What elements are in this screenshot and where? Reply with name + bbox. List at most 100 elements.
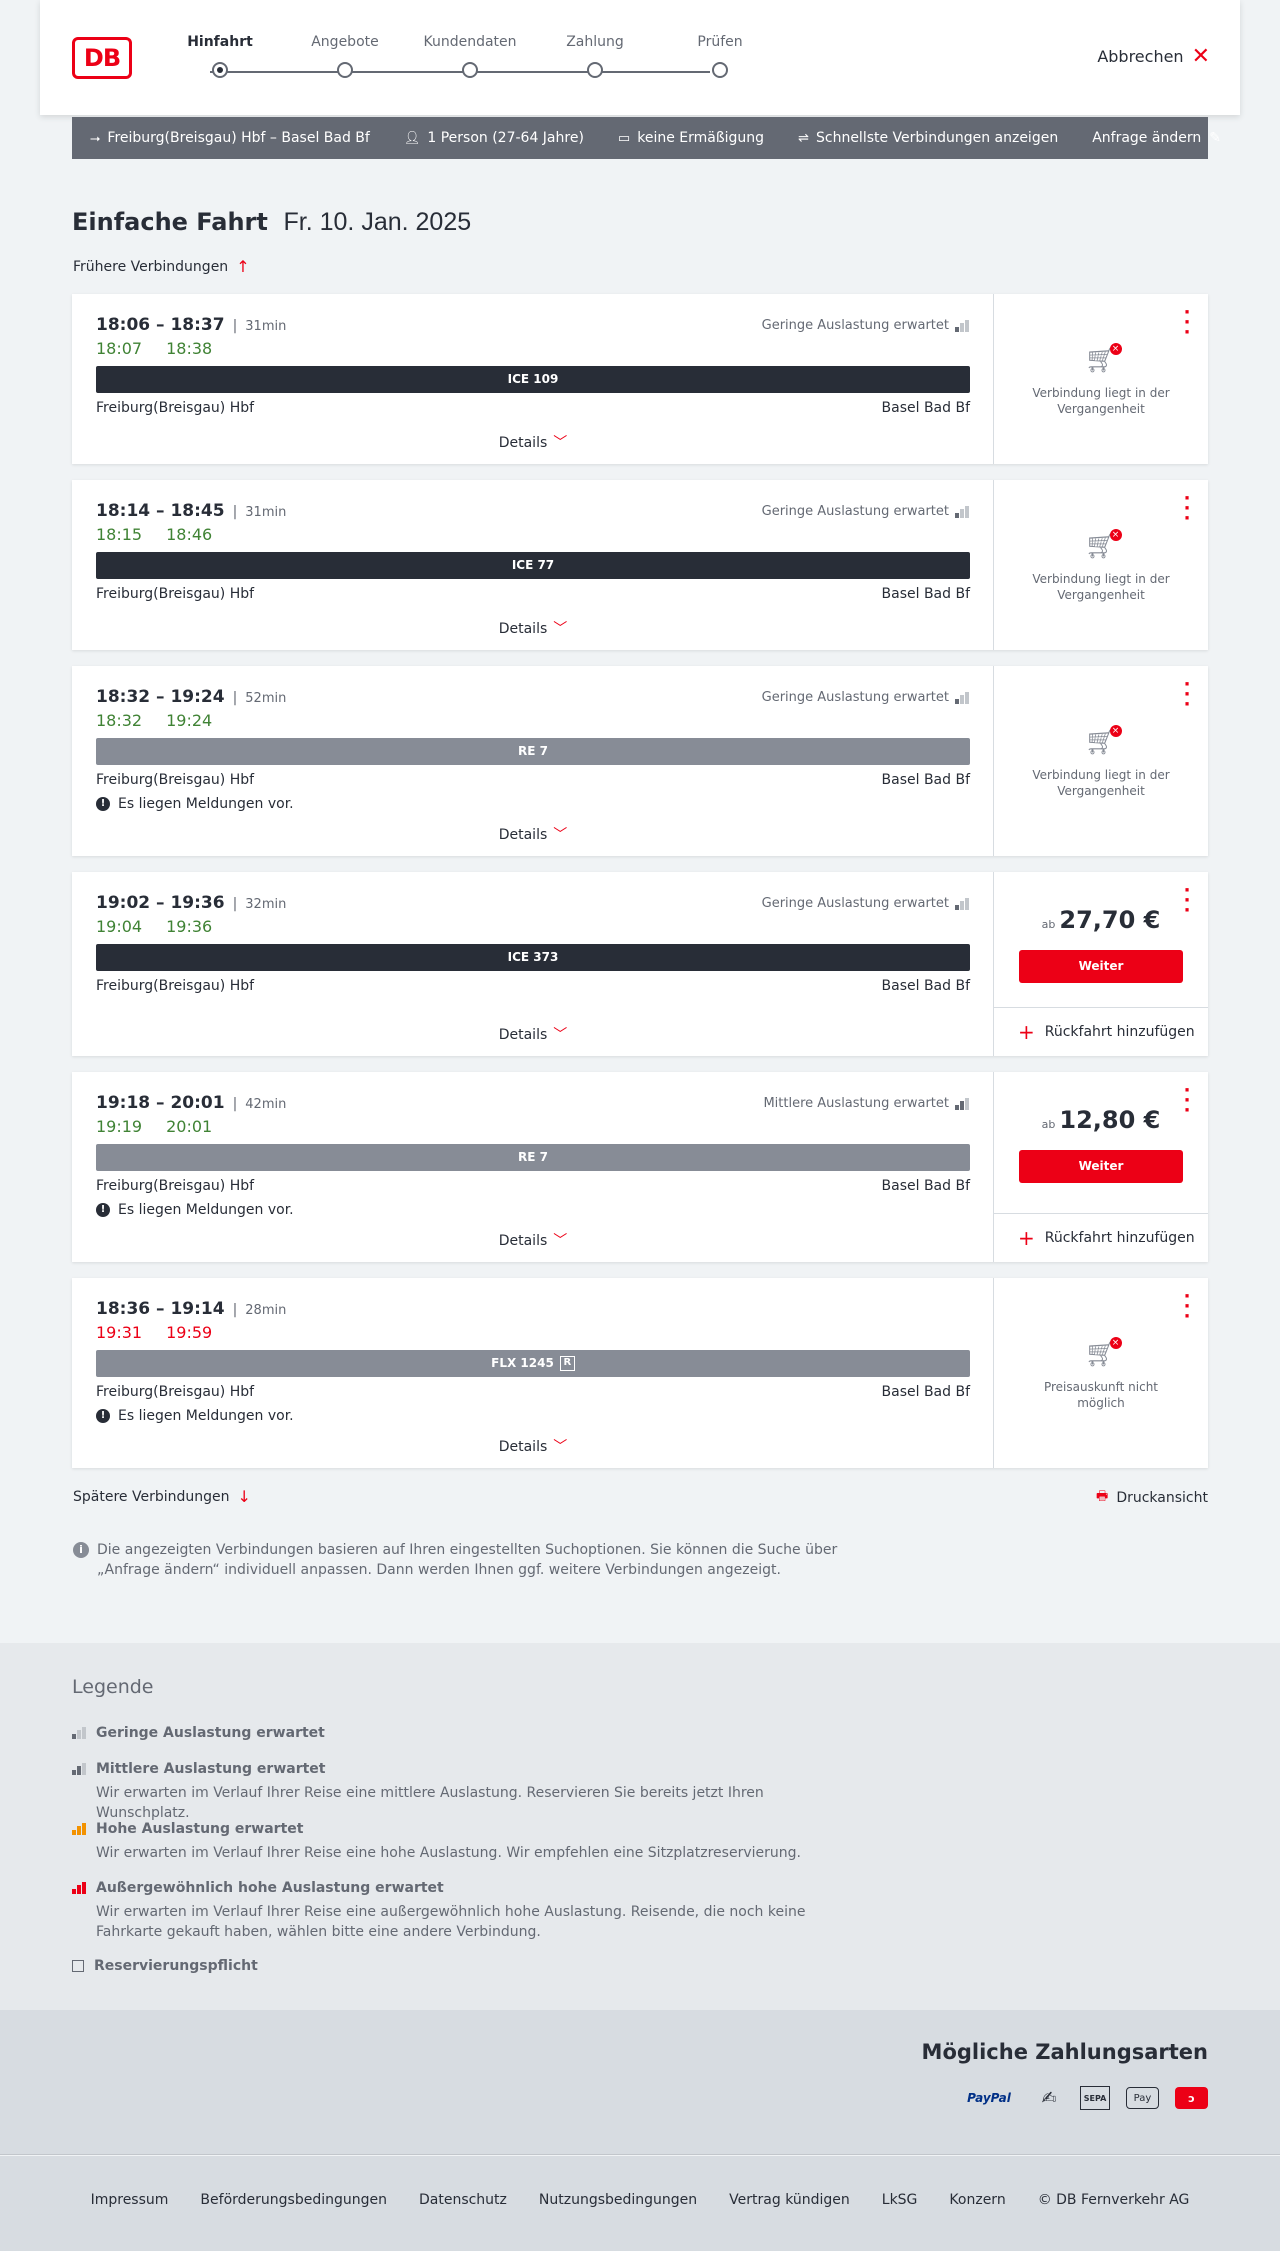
scheduled-times: 18:32 – 19:24 — [96, 687, 225, 707]
query-passengers[interactable]: 👤︎ 1 Person (27-64 Jahre) — [404, 130, 584, 146]
apple-pay-icon: Pay — [1126, 2087, 1159, 2109]
more-options-icon[interactable]: · · · — [1182, 304, 1192, 342]
legend-item-title: Außergewöhnlich hohe Auslastung erwartet — [96, 1880, 444, 1896]
legend-item-title: Hohe Auslastung erwartet — [96, 1821, 304, 1837]
service-message[interactable]: ! Es liegen Meldungen vor. — [96, 1408, 294, 1424]
train-bar[interactable]: ICE 109 — [96, 366, 970, 393]
db-logo[interactable]: DB — [72, 37, 132, 79]
footer-link-vertrag-kuendigen[interactable]: Vertrag kündigen — [729, 2192, 850, 2208]
details-toggle[interactable]: Details ﹀ — [72, 1436, 994, 1456]
later-connections-label: Spätere Verbindungen — [73, 1488, 230, 1505]
connection-offer: · · · 🛒︎ × Verbindung liegt in der Vergangenh… — [994, 666, 1208, 856]
more-options-icon[interactable]: · · · — [1182, 676, 1192, 714]
add-return-trip-button[interactable]: + Rückfahrt hinzufügen — [994, 1213, 1208, 1262]
details-toggle[interactable]: Details ﹀ — [72, 824, 994, 844]
occupancy-label: Geringe Auslastung erwartet — [761, 896, 949, 911]
train-name: FLX 1245 — [491, 1356, 554, 1370]
train-bar[interactable]: ICE 77 — [96, 552, 970, 579]
details-toggle[interactable]: Details ﹀ — [72, 1024, 994, 1044]
realtime-arrival: 20:01 — [166, 1117, 213, 1136]
service-message-text: Es liegen Meldungen vor. — [118, 796, 294, 812]
connection-card[interactable]: 19:18 – 20:01 | 42min 19:19 20:01 Mittlere Au… — [72, 1072, 1208, 1262]
cancel-button[interactable]: Abbrechen ✕ — [1097, 43, 1210, 69]
copyright: © DB Fernverkehr AG — [1037, 2192, 1190, 2208]
travel-date: Fr. 10. Jan. 2025 — [283, 208, 472, 236]
price: ab 12,80 € — [994, 1106, 1208, 1134]
change-query-button[interactable]: Anfrage ändern ✎ — [1092, 130, 1221, 146]
train-bar[interactable]: RE 7 — [96, 738, 970, 765]
add-return-trip-button[interactable]: + Rückfahrt hinzufügen — [994, 1007, 1208, 1056]
legend-title: Legende — [72, 1676, 154, 1698]
page-title: Einfache Fahrt Fr. 10. Jan. 2025 — [72, 208, 471, 237]
footer-link-lksg[interactable]: LkSG — [882, 2192, 918, 2208]
connection-card[interactable]: 19:02 – 19:36 | 32min 19:04 19:36 Geringe Aus… — [72, 872, 1208, 1056]
connection-card[interactable]: 18:32 – 19:24 | 52min 18:32 19:24 Geringe Aus… — [72, 666, 1208, 856]
details-toggle[interactable]: Details ﹀ — [72, 432, 994, 452]
legend-item-title: Geringe Auslastung erwartet — [96, 1725, 325, 1741]
connection-card[interactable]: 18:06 – 18:37 | 31min 18:07 18:38 Geringe Aus… — [72, 294, 1208, 464]
alert-icon: ! — [96, 797, 110, 811]
more-options-icon[interactable]: · · · — [1182, 490, 1192, 528]
continue-button[interactable]: Weiter — [1019, 950, 1183, 983]
arrival-station: Basel Bad Bf — [881, 1384, 970, 1400]
add-return-trip-label: Rückfahrt hinzufügen — [1044, 1230, 1195, 1246]
occupancy-label: Geringe Auslastung erwartet — [761, 504, 949, 519]
realtime-departure: 19:31 — [96, 1323, 143, 1342]
train-bar[interactable]: ICE 373 — [96, 944, 970, 971]
shopping-cart-icon: 🛒︎ × — [1084, 529, 1122, 561]
train-bar[interactable]: RE 7 — [96, 1144, 970, 1171]
step-angebote: Angebote — [295, 34, 395, 78]
offer-status-text: Verbindung liegt in der Vergangenheit — [1032, 386, 1170, 416]
query-route[interactable]: ⭢ Freiburg(Breisgau) Hbf – Basel Bad Bf — [90, 130, 370, 146]
earlier-connections-link[interactable]: Frühere Verbindungen ↑ — [73, 257, 250, 276]
connection-card[interactable]: 18:14 – 18:45 | 31min 18:15 18:46 Geringe Aus… — [72, 480, 1208, 650]
later-connections-link[interactable]: Spätere Verbindungen ↓ — [73, 1487, 251, 1506]
service-message[interactable]: ! Es liegen Meldungen vor. — [96, 1202, 294, 1218]
occupancy-indicator: Geringe Auslastung erwartet — [762, 690, 969, 705]
plus-icon: + — [1018, 1020, 1035, 1044]
filter-icon: ⇌ — [798, 130, 809, 146]
info-icon: i — [73, 1542, 89, 1558]
arrival-station: Basel Bad Bf — [881, 978, 970, 994]
footer-link-impressum[interactable]: Impressum — [91, 2192, 169, 2208]
step-pruefen: Prüfen — [670, 34, 770, 78]
more-options-icon[interactable]: · · · — [1182, 1288, 1192, 1326]
connection-card[interactable]: 18:36 – 19:14 | 28min 19:31 19:59 FLX 1245 R Fr… — [72, 1278, 1208, 1468]
service-message-text: Es liegen Meldungen vor. — [118, 1202, 294, 1218]
change-query-label: Anfrage ändern — [1092, 130, 1202, 146]
stations: Freiburg(Breisgau) Hbf Basel Bad Bf — [96, 586, 970, 602]
departure-station: Freiburg(Breisgau) Hbf — [96, 1384, 255, 1400]
details-toggle[interactable]: Details ﹀ — [72, 618, 994, 638]
close-icon: ✕ — [1191, 43, 1210, 69]
realtime-departure: 18:15 — [96, 525, 143, 544]
offer-status-text: Verbindung liegt in der Vergangenheit — [1032, 572, 1170, 602]
step-dot — [712, 62, 728, 78]
footer-link-konzern[interactable]: Konzern — [949, 2192, 1005, 2208]
train-bar[interactable]: FLX 1245 R — [96, 1350, 970, 1377]
continue-button[interactable]: Weiter — [1019, 1150, 1183, 1183]
progress-steps: Hinfahrt Angebote Kundendaten Zahlung Pr… — [187, 34, 750, 84]
payment-icons: PayPal ✍ SEPA Pay ↄ — [960, 2086, 1208, 2110]
scheduled-times: 19:02 – 19:36 — [96, 893, 225, 913]
legend-item-title: Mittlere Auslastung erwartet — [96, 1761, 326, 1777]
realtime-departure: 19:04 — [96, 917, 143, 936]
print-view-link[interactable]: 🖶︎ Druckansicht — [1096, 1487, 1208, 1509]
arrival-station: Basel Bad Bf — [881, 400, 970, 416]
duration: 32min — [245, 897, 287, 912]
footer-link-datenschutz[interactable]: Datenschutz — [419, 2192, 507, 2208]
offer-status-text: Verbindung liegt in der Vergangenheit — [1032, 768, 1170, 798]
query-discount[interactable]: ▭ keine Ermäßigung — [618, 130, 764, 146]
details-toggle[interactable]: Details ﹀ — [72, 1230, 994, 1250]
query-fastest[interactable]: ⇌ Schnellste Verbindungen anzeigen — [798, 130, 1058, 146]
printer-icon: 🖶︎ — [1096, 1489, 1109, 1504]
train-name: RE 7 — [518, 744, 548, 758]
footer-link-befoerderungsbedingungen[interactable]: Beförderungsbedingungen — [200, 2192, 387, 2208]
connection-times: 18:14 – 18:45 | 31min — [96, 501, 286, 521]
connection-times: 19:18 – 20:01 | 42min — [96, 1093, 286, 1113]
train-name: ICE 109 — [507, 372, 559, 386]
scheduled-times: 18:06 – 18:37 — [96, 315, 225, 335]
service-message[interactable]: ! Es liegen Meldungen vor. — [96, 796, 294, 812]
scheduled-times: 19:18 – 20:01 — [96, 1093, 225, 1113]
footer-link-nutzungsbedingungen[interactable]: Nutzungsbedingungen — [539, 2192, 697, 2208]
trip-type: Einfache Fahrt — [72, 208, 268, 236]
